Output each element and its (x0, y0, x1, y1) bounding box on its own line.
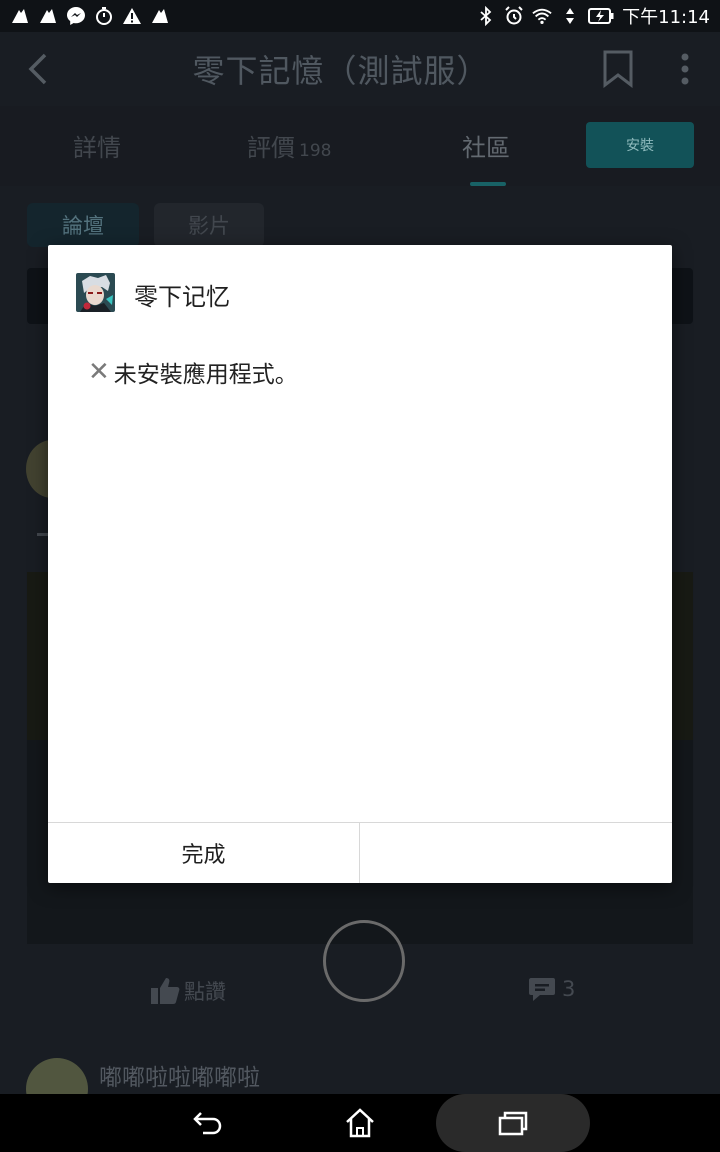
clock: 下午11:14 (622, 7, 710, 28)
dialog-message: ✕ 未安裝應用程式。 (88, 355, 298, 389)
back-arrow-icon (193, 1112, 222, 1135)
install-error-dialog: 零下记忆 ✕ 未安裝應用程式。 完成 (48, 245, 672, 883)
bluetooth-icon (476, 6, 496, 26)
timer-icon (94, 6, 114, 26)
done-button[interactable]: 完成 (48, 823, 359, 883)
game-icon (38, 6, 58, 26)
notification-icons (10, 6, 170, 26)
system-status-icons: 下午11:14 (476, 3, 710, 29)
secondary-button[interactable] (360, 823, 672, 883)
system-nav-bar (0, 1094, 720, 1152)
close-x-icon: ✕ (88, 357, 110, 387)
status-bar: 下午11:14 (0, 0, 720, 32)
game-icon (150, 6, 170, 26)
dialog-title: 零下记忆 (134, 283, 230, 311)
data-arrows-icon (560, 6, 580, 26)
home-icon (346, 1108, 374, 1138)
game-icon (10, 6, 30, 26)
app-icon (76, 273, 115, 312)
home-nav-button[interactable] (315, 1094, 405, 1152)
recent-apps-icon (498, 1111, 528, 1136)
messenger-icon (66, 6, 86, 26)
alarm-icon (504, 6, 524, 26)
warning-icon (122, 6, 142, 26)
recent-apps-button[interactable] (468, 1094, 558, 1152)
message-text: 未安裝應用程式。 (113, 362, 298, 388)
wifi-icon (532, 6, 552, 26)
battery-charging-icon (588, 6, 614, 26)
back-nav-button[interactable] (162, 1094, 252, 1152)
